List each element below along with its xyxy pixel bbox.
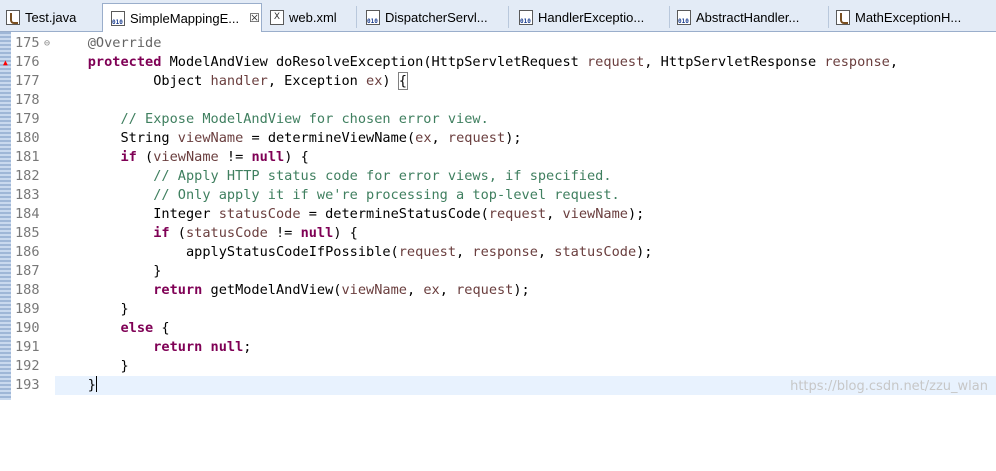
- tab-label: web.xml: [289, 10, 337, 25]
- tab-divider: [356, 6, 357, 28]
- tab-mathexceptionhandler[interactable]: MathExceptionH...: [836, 4, 994, 31]
- tab-dispatcherservlet[interactable]: DispatcherServl...: [366, 4, 506, 31]
- line-number: 183: [15, 187, 40, 203]
- override-marker-icon: ▲: [3, 58, 8, 67]
- tab-web-xml[interactable]: X web.xml: [270, 4, 356, 31]
- code-line: 175 ⊖ @Override: [0, 34, 996, 53]
- code-line: 187 }: [0, 262, 996, 281]
- tab-handlerexceptionresolver[interactable]: HandlerExceptio...: [519, 4, 667, 31]
- code-text: return null;: [153, 339, 252, 355]
- line-number: 180: [15, 130, 40, 146]
- line-number: 182: [15, 168, 40, 184]
- tab-label: DispatcherServl...: [385, 10, 488, 25]
- line-number: 177: [15, 73, 40, 89]
- code-line: ▲ 176 protected ModelAndView doResolveEx…: [0, 53, 996, 72]
- code-text: }: [87, 376, 97, 393]
- tab-label: Test.java: [25, 10, 77, 25]
- code-text: // Only apply it if we're processing a t…: [153, 187, 620, 203]
- tab-label: AbstractHandler...: [696, 10, 800, 25]
- line-number: 188: [15, 282, 40, 298]
- code-text: applyStatusCodeIfPossible(request, respo…: [185, 244, 653, 260]
- line-number: 176: [15, 54, 40, 70]
- code-text: if (viewName != null) {: [120, 149, 309, 165]
- code-line: 189 }: [0, 300, 996, 319]
- line-number: 189: [15, 301, 40, 317]
- code-text: @Override: [87, 35, 162, 51]
- code-text: Object handler, Exception ex) {: [153, 72, 408, 90]
- tab-label: SimpleMappingE...: [130, 10, 240, 26]
- code-line: 184 Integer statusCode = determineStatus…: [0, 205, 996, 224]
- fold-collapse-icon[interactable]: ⊖: [44, 34, 50, 53]
- code-line: 182 // Apply HTTP status code for error …: [0, 167, 996, 186]
- editor-tab-bar: Test.java SimpleMappingE... ☒ X web.xml …: [0, 0, 996, 32]
- code-line: 178: [0, 91, 996, 110]
- code-line: 179 // Expose ModelAndView for chosen er…: [0, 110, 996, 129]
- class-file-icon: [677, 10, 691, 25]
- code-text: // Expose ModelAndView for chosen error …: [120, 111, 489, 127]
- line-number: 186: [15, 244, 40, 260]
- code-text: else {: [120, 320, 170, 336]
- line-number: 185: [15, 225, 40, 241]
- line-number: 193: [15, 377, 40, 393]
- code-text: }: [153, 263, 162, 279]
- line-number: 184: [15, 206, 40, 222]
- java-file-icon: [836, 10, 850, 25]
- class-file-icon: [111, 10, 125, 26]
- code-line: 185 if (statusCode != null) {: [0, 224, 996, 243]
- code-text: Integer statusCode = determineStatusCode…: [153, 206, 645, 222]
- tab-label: HandlerExceptio...: [538, 10, 645, 25]
- code-editor[interactable]: 175 ⊖ @Override ▲ 176 protected ModelAnd…: [0, 32, 996, 400]
- text-caret: [95, 376, 97, 392]
- close-tab-icon[interactable]: ☒: [249, 11, 260, 25]
- tab-test-java[interactable]: Test.java: [6, 4, 100, 31]
- code-text: }: [120, 358, 129, 374]
- code-line: 191 return null;: [0, 338, 996, 357]
- tab-divider: [508, 6, 509, 28]
- line-number: 187: [15, 263, 40, 279]
- code-text: }: [120, 301, 129, 317]
- line-number: 190: [15, 320, 40, 336]
- code-line: 183 // Only apply it if we're processing…: [0, 186, 996, 205]
- code-text: return getModelAndView(viewName, ex, req…: [153, 282, 530, 298]
- code-line: 177 Object handler, Exception ex) {: [0, 72, 996, 91]
- class-file-icon: [519, 10, 533, 25]
- line-number: 192: [15, 358, 40, 374]
- code-line: 180 String viewName = determineViewName(…: [0, 129, 996, 148]
- code-text: if (statusCode != null) {: [153, 225, 358, 241]
- code-line: 181 if (viewName != null) {: [0, 148, 996, 167]
- code-line: 188 return getModelAndView(viewName, ex,…: [0, 281, 996, 300]
- line-number: 181: [15, 149, 40, 165]
- line-number: 175: [15, 35, 40, 51]
- code-line: 190 else {: [0, 319, 996, 338]
- java-file-icon: [6, 10, 20, 25]
- code-line: 186 applyStatusCodeIfPossible(request, r…: [0, 243, 996, 262]
- xml-file-icon: X: [270, 10, 284, 25]
- code-text: // Apply HTTP status code for error view…: [153, 168, 612, 184]
- tab-divider: [828, 6, 829, 28]
- line-number: 178: [15, 92, 40, 108]
- matching-bracket: {: [397, 72, 408, 90]
- code-text: protected ModelAndView doResolveExceptio…: [87, 54, 899, 70]
- tab-abstracthandlerexceptionresolver[interactable]: AbstractHandler...: [677, 4, 827, 31]
- tab-divider: [669, 6, 670, 28]
- code-text: String viewName = determineViewName(ex, …: [120, 130, 522, 146]
- line-number: 191: [15, 339, 40, 355]
- line-number: 179: [15, 111, 40, 127]
- code-line: 192 }: [0, 357, 996, 376]
- watermark: https://blog.csdn.net/zzu_wlan: [790, 379, 988, 394]
- tab-simplemappingexceptionresolver[interactable]: SimpleMappingE... ☒: [102, 3, 262, 32]
- tab-label: MathExceptionH...: [855, 10, 962, 25]
- class-file-icon: [366, 10, 380, 25]
